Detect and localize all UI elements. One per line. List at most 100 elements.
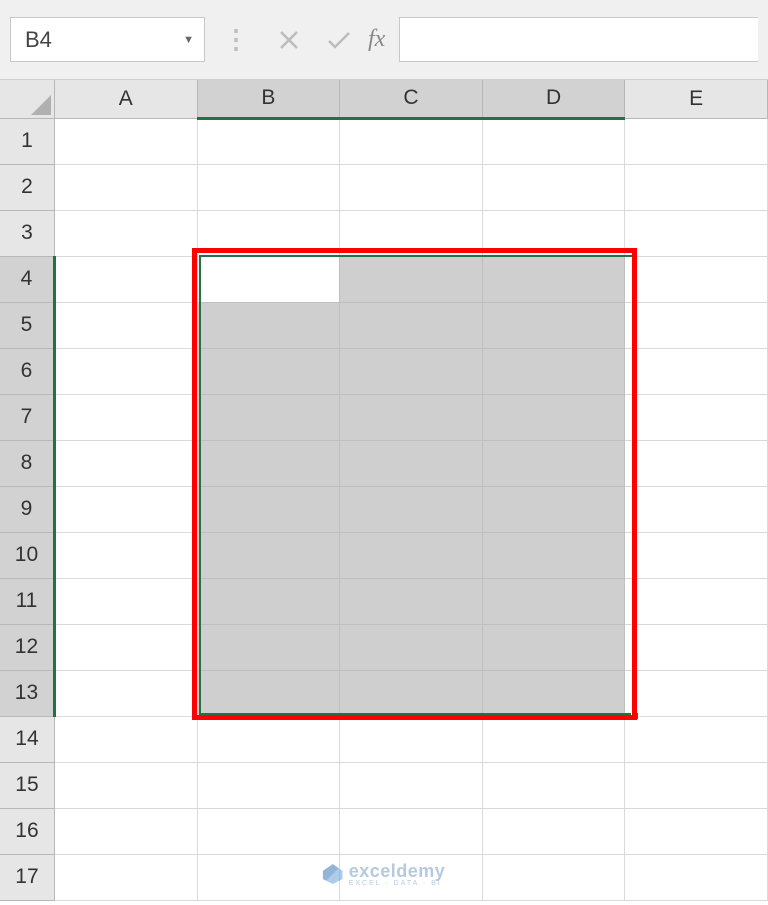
cell-E10[interactable]: [625, 532, 768, 578]
cell-A11[interactable]: [54, 578, 197, 624]
cell-E9[interactable]: [625, 486, 768, 532]
cell-A8[interactable]: [54, 440, 197, 486]
cell-E8[interactable]: [625, 440, 768, 486]
cell-A9[interactable]: [54, 486, 197, 532]
cell-D16[interactable]: [482, 808, 625, 854]
cell-B10[interactable]: [197, 532, 340, 578]
column-header-a[interactable]: A: [54, 80, 197, 118]
row-header-7[interactable]: 7: [0, 394, 54, 440]
cell-A14[interactable]: [54, 716, 197, 762]
cell-B8[interactable]: [197, 440, 340, 486]
row-header-1[interactable]: 1: [0, 118, 54, 164]
cell-D3[interactable]: [482, 210, 625, 256]
cell-B17[interactable]: [197, 854, 340, 900]
cell-A2[interactable]: [54, 164, 197, 210]
cell-B6[interactable]: [197, 348, 340, 394]
cell-A1[interactable]: [54, 118, 197, 164]
cell-D13[interactable]: [482, 670, 625, 716]
cell-E17[interactable]: [625, 854, 768, 900]
cancel-button[interactable]: [264, 17, 314, 62]
cell-B13[interactable]: [197, 670, 340, 716]
row-header-11[interactable]: 11: [0, 578, 54, 624]
cell-D8[interactable]: [482, 440, 625, 486]
select-all-corner[interactable]: [0, 80, 54, 118]
row-header-14[interactable]: 14: [0, 716, 54, 762]
cell-E13[interactable]: [625, 670, 768, 716]
cell-C11[interactable]: [340, 578, 483, 624]
cell-A10[interactable]: [54, 532, 197, 578]
row-header-5[interactable]: 5: [0, 302, 54, 348]
cell-D15[interactable]: [482, 762, 625, 808]
cell-E5[interactable]: [625, 302, 768, 348]
cell-D9[interactable]: [482, 486, 625, 532]
cell-C5[interactable]: [340, 302, 483, 348]
cell-D1[interactable]: [482, 118, 625, 164]
cell-C1[interactable]: [340, 118, 483, 164]
cell-B7[interactable]: [197, 394, 340, 440]
row-header-16[interactable]: 16: [0, 808, 54, 854]
chevron-down-icon[interactable]: ▼: [183, 34, 194, 46]
cell-E15[interactable]: [625, 762, 768, 808]
cell-A12[interactable]: [54, 624, 197, 670]
row-header-10[interactable]: 10: [0, 532, 54, 578]
cell-B1[interactable]: [197, 118, 340, 164]
cell-E14[interactable]: [625, 716, 768, 762]
row-header-4[interactable]: 4: [0, 256, 54, 302]
cell-A4[interactable]: [54, 256, 197, 302]
cell-B16[interactable]: [197, 808, 340, 854]
cell-B11[interactable]: [197, 578, 340, 624]
row-header-2[interactable]: 2: [0, 164, 54, 210]
cell-B2[interactable]: [197, 164, 340, 210]
row-header-3[interactable]: 3: [0, 210, 54, 256]
cell-E4[interactable]: [625, 256, 768, 302]
fill-handle[interactable]: [631, 712, 639, 720]
cell-A15[interactable]: [54, 762, 197, 808]
cell-C12[interactable]: [340, 624, 483, 670]
formula-input[interactable]: [399, 17, 758, 62]
cell-B12[interactable]: [197, 624, 340, 670]
column-header-d[interactable]: D: [482, 80, 625, 118]
cell-C15[interactable]: [340, 762, 483, 808]
cell-A6[interactable]: [54, 348, 197, 394]
cell-D4[interactable]: [482, 256, 625, 302]
cell-A16[interactable]: [54, 808, 197, 854]
cell-D10[interactable]: [482, 532, 625, 578]
cell-B4[interactable]: [197, 256, 340, 302]
cell-A3[interactable]: [54, 210, 197, 256]
row-header-8[interactable]: 8: [0, 440, 54, 486]
cell-E7[interactable]: [625, 394, 768, 440]
cell-E16[interactable]: [625, 808, 768, 854]
cell-C10[interactable]: [340, 532, 483, 578]
cell-C6[interactable]: [340, 348, 483, 394]
column-header-b[interactable]: B: [197, 80, 340, 118]
cell-D14[interactable]: [482, 716, 625, 762]
cell-D5[interactable]: [482, 302, 625, 348]
cell-C2[interactable]: [340, 164, 483, 210]
cell-C14[interactable]: [340, 716, 483, 762]
fx-icon[interactable]: fx: [368, 26, 385, 53]
cell-B14[interactable]: [197, 716, 340, 762]
cell-B15[interactable]: [197, 762, 340, 808]
cell-C9[interactable]: [340, 486, 483, 532]
row-header-9[interactable]: 9: [0, 486, 54, 532]
cell-D2[interactable]: [482, 164, 625, 210]
cell-E12[interactable]: [625, 624, 768, 670]
cell-A5[interactable]: [54, 302, 197, 348]
cell-A17[interactable]: [54, 854, 197, 900]
cell-E6[interactable]: [625, 348, 768, 394]
cell-E3[interactable]: [625, 210, 768, 256]
row-header-13[interactable]: 13: [0, 670, 54, 716]
cell-D7[interactable]: [482, 394, 625, 440]
enter-button[interactable]: [314, 17, 364, 62]
cell-C8[interactable]: [340, 440, 483, 486]
cell-D6[interactable]: [482, 348, 625, 394]
cell-D12[interactable]: [482, 624, 625, 670]
name-box[interactable]: B4 ▼: [10, 17, 205, 62]
cell-B9[interactable]: [197, 486, 340, 532]
cell-A13[interactable]: [54, 670, 197, 716]
row-header-6[interactable]: 6: [0, 348, 54, 394]
column-header-e[interactable]: E: [625, 80, 768, 118]
cell-E1[interactable]: [625, 118, 768, 164]
cell-B5[interactable]: [197, 302, 340, 348]
cell-E11[interactable]: [625, 578, 768, 624]
